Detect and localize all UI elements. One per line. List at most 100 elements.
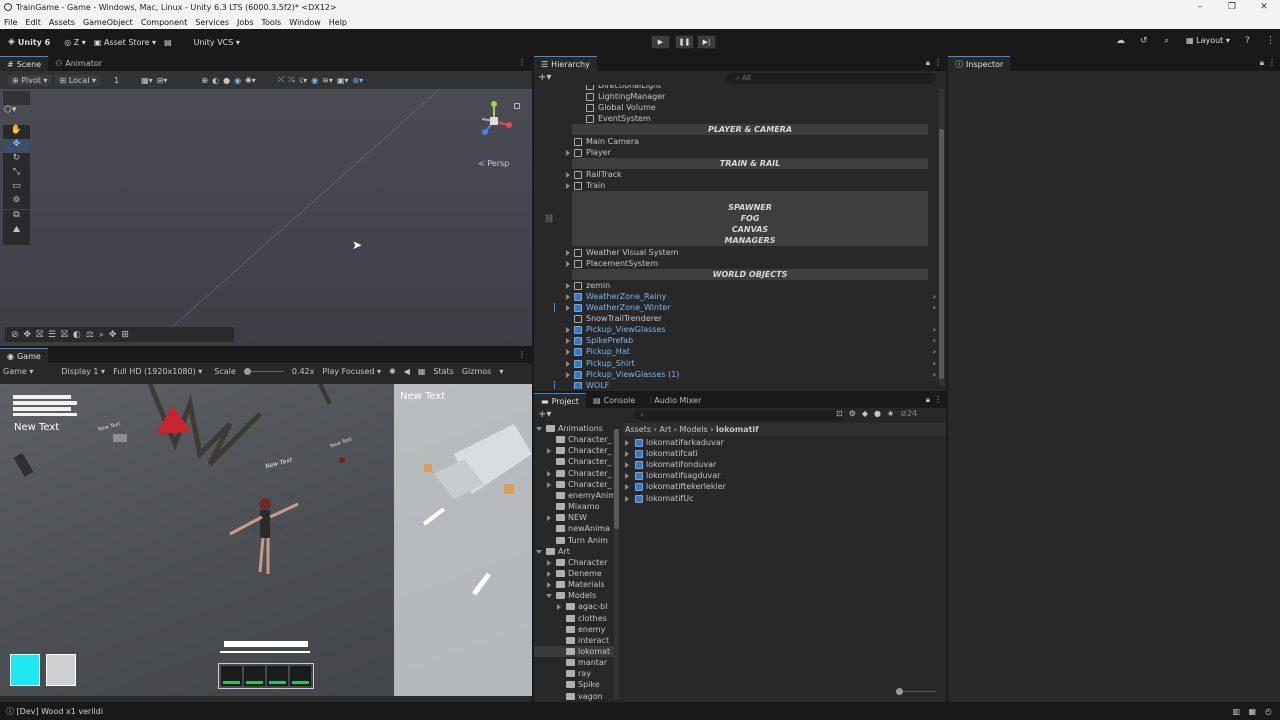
hierarchy-item[interactable]: DirectionalLight	[534, 85, 944, 91]
overlay-icon-8[interactable]: ⌕	[99, 330, 104, 340]
hotbar-slot[interactable]	[221, 666, 242, 686]
expand-arrow-icon[interactable]	[566, 360, 570, 367]
pivot-dropdown[interactable]: ⊕ Pivot ▾	[8, 74, 52, 86]
breadcrumb-assets[interactable]: Assets	[625, 425, 651, 434]
game-viewport[interactable]: New Text New Text New Text New Text New …	[0, 384, 532, 696]
overlay-icon-5[interactable]: ⛝	[61, 330, 68, 340]
status-icon-1[interactable]: ▥	[1232, 703, 1240, 720]
hotbar-slot[interactable]	[244, 666, 265, 686]
folder-tree-item[interactable]: Character_	[534, 445, 614, 456]
shading-icon[interactable]: ◉	[234, 76, 241, 85]
gizmos-button[interactable]: Gizmos	[462, 367, 491, 376]
overlay-icon-7[interactable]: ⚖	[86, 330, 94, 340]
hierarchy-separator[interactable]	[572, 191, 928, 202]
pause-button[interactable]: ❚❚	[675, 35, 694, 49]
folder-tree-item[interactable]: lokomat	[534, 646, 614, 657]
hierarchy-item[interactable]: Global Volume	[534, 102, 944, 113]
hierarchy-item[interactable]: WOLF	[534, 380, 944, 389]
audio-icon[interactable]: ⤯	[288, 75, 294, 85]
menu-help[interactable]: Help	[325, 18, 351, 27]
account-button[interactable]: ◈ Unity 6	[4, 33, 54, 51]
expand-arrow-icon[interactable]	[625, 440, 629, 446]
folder-tree-item[interactable]: Character_	[534, 479, 614, 490]
tab-scene[interactable]: # Scene	[0, 56, 49, 71]
hierarchy-item[interactable]: Weather Visual System	[534, 247, 944, 258]
folder-tree-item[interactable]: NEW	[534, 512, 614, 523]
folder-tree-item[interactable]: Materials	[534, 579, 614, 590]
tree-scroll-thumb[interactable]	[614, 429, 619, 529]
inspector-menu-icon[interactable]: ⋮	[1268, 58, 1276, 67]
tab-project[interactable]: ▬ Project	[534, 393, 586, 408]
cloud-icon[interactable]: ☁	[1116, 36, 1125, 46]
scale-tool-icon[interactable]: ⤡	[3, 167, 30, 181]
cyan-slot[interactable]	[10, 654, 40, 686]
persp-label[interactable]: < Persp	[478, 159, 509, 168]
folder-tree-item[interactable]: enemyAnim	[534, 490, 616, 501]
overlay-icon-9[interactable]: ✥	[109, 330, 117, 340]
hierarchy-item[interactable]: SpikePrefab ›	[534, 335, 944, 346]
hierarchy-item[interactable]: LightingManager	[534, 91, 944, 102]
overlay-icon-10[interactable]: ⊞	[121, 330, 129, 340]
hierarchy-item[interactable]: Pickup_Shirt ›	[534, 358, 944, 369]
menu-assets[interactable]: Assets	[45, 18, 79, 27]
menu-services[interactable]: Services	[191, 18, 233, 27]
play-focused-dropdown[interactable]: Play Focused ▾	[322, 367, 381, 376]
prefab-open-icon[interactable]: ›	[933, 346, 936, 357]
hierarchy-item[interactable]: WeatherZone_Rainy ›	[534, 291, 944, 302]
layers-icon[interactable]: ≋▾	[322, 76, 333, 85]
folder-tree-item[interactable]: enemy	[534, 624, 614, 635]
hierarchy-item[interactable]: Pickup_ViewGlasses (1) ›	[534, 369, 944, 380]
view-tool-dropdown[interactable]: ⬡▾	[4, 105, 30, 119]
tab-hierarchy[interactable]: ☰ Hierarchy	[534, 56, 597, 71]
game-menu-icon[interactable]: ⋮	[518, 350, 526, 359]
lighting-icon[interactable]: ✺▾	[245, 76, 256, 85]
visibility-icon[interactable]: ◉	[311, 76, 318, 85]
fx-icon[interactable]: ⤫	[278, 75, 284, 85]
hierarchy-item[interactable]: zemin	[534, 280, 944, 291]
folder-tree-item[interactable]: Spike	[534, 679, 614, 690]
search-icon[interactable]: ⌕	[1164, 36, 1169, 46]
maximize-button[interactable]: ❐	[1216, 0, 1248, 15]
breadcrumb-models[interactable]: Models	[680, 425, 708, 434]
menu-file[interactable]: File	[0, 18, 21, 27]
expand-arrow-icon[interactable]	[566, 171, 570, 178]
folder-tree-item[interactable]: mantar	[534, 657, 614, 668]
hierarchy-separator[interactable]: CANVAS	[572, 224, 928, 236]
expand-arrow-icon[interactable]	[566, 338, 570, 345]
expand-arrow-icon[interactable]	[625, 451, 629, 458]
tab-animator[interactable]: ⚇ Animator	[48, 56, 109, 71]
hierarchy-separator[interactable]: MANAGERS	[572, 235, 928, 247]
folder-tree-item[interactable]: interact	[534, 635, 614, 646]
prefab-open-icon[interactable]: ›	[933, 324, 936, 335]
minimize-button[interactable]: –	[1184, 0, 1216, 15]
expand-arrow-icon[interactable]	[547, 559, 551, 566]
hierarchy-item[interactable]: Train	[534, 180, 944, 191]
tab-inspector[interactable]: ⓘ Inspector	[948, 56, 1011, 71]
game-mode-dropdown[interactable]: Game ▾	[3, 367, 33, 376]
folder-tree-item[interactable]: Character_	[534, 456, 614, 467]
gizmos-icon[interactable]: ⊛▾	[352, 76, 363, 85]
breadcrumb-lokomatif[interactable]: lokomatif	[716, 425, 759, 434]
hierarchy-scroll-thumb[interactable]	[939, 129, 944, 379]
rotate-tool-icon[interactable]: ↻	[3, 153, 30, 167]
hierarchy-item[interactable]: Main Camera	[534, 136, 944, 147]
overlay-icon-4[interactable]: ☰	[48, 330, 56, 340]
hierarchy-lock-icon[interactable]: 🔒︎	[926, 58, 930, 68]
folder-tree-item[interactable]: Turn Anim	[534, 535, 614, 546]
folder-tree-item[interactable]: Animations	[534, 423, 614, 434]
help-icon[interactable]: ?	[1245, 36, 1250, 46]
expand-arrow-icon[interactable]	[566, 249, 570, 256]
history-icon[interactable]: ↺	[1140, 36, 1148, 46]
expand-arrow-icon[interactable]	[566, 349, 570, 356]
expand-arrow-icon[interactable]	[566, 282, 570, 289]
tree-scrollbar[interactable]	[614, 429, 619, 699]
grid-snap-value[interactable]: 1	[110, 75, 123, 86]
menu-jobs[interactable]: Jobs	[233, 18, 258, 27]
expand-arrow-icon[interactable]	[625, 484, 629, 491]
expand-arrow-icon[interactable]	[547, 448, 551, 455]
hierarchy-item[interactable]: WeatherZone_Winter ›	[534, 302, 944, 313]
local-dropdown[interactable]: ⊞ Local ▾	[55, 74, 100, 86]
expand-arrow-icon[interactable]	[536, 427, 542, 431]
inspector-lock-icon[interactable]: 🔒︎	[1260, 58, 1264, 68]
transform-tool-icon[interactable]: ⊚	[3, 195, 30, 209]
